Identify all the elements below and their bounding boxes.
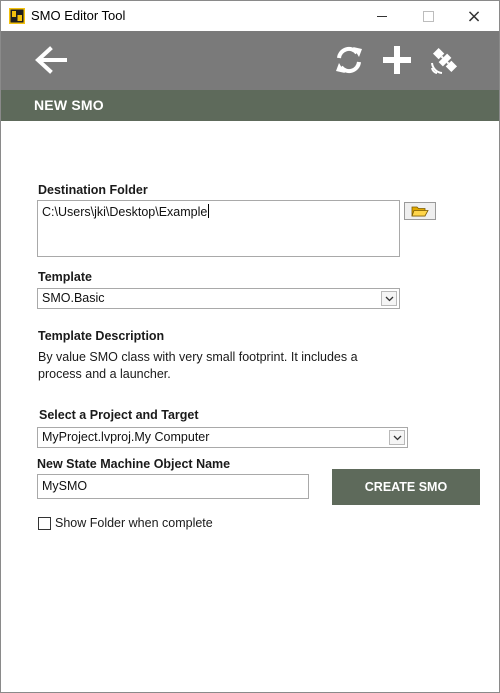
labview-icon: [9, 8, 25, 24]
template-value: SMO.Basic: [42, 291, 105, 305]
satellite-button[interactable]: [425, 40, 465, 80]
arrow-left-icon: [35, 46, 67, 74]
show-folder-label[interactable]: Show Folder when complete: [55, 516, 213, 530]
browse-folder-button[interactable]: [404, 202, 436, 220]
text-caret: [208, 204, 210, 218]
template-select[interactable]: SMO.Basic: [37, 288, 400, 309]
minimize-icon: [377, 15, 387, 17]
page-title: NEW SMO: [34, 97, 104, 113]
window-title: SMO Editor Tool: [31, 8, 126, 23]
project-target-value: MyProject.lvproj.My Computer: [42, 430, 210, 444]
show-folder-checkbox[interactable]: [38, 517, 51, 530]
project-target-label: Select a Project and Target: [39, 408, 199, 422]
close-button[interactable]: ×: [451, 1, 497, 31]
title-bar[interactable]: SMO Editor Tool ×: [1, 1, 499, 31]
project-target-select[interactable]: MyProject.lvproj.My Computer: [37, 427, 408, 448]
destination-folder-label: Destination Folder: [38, 183, 148, 197]
toolbar: [1, 31, 499, 90]
create-smo-button[interactable]: CREATE SMO: [332, 469, 480, 505]
page-header: NEW SMO: [1, 90, 499, 121]
template-label: Template: [38, 270, 92, 284]
add-button[interactable]: [377, 40, 417, 80]
smo-name-input[interactable]: MySMO: [37, 474, 309, 499]
smo-name-label: New State Machine Object Name: [37, 457, 231, 471]
back-button[interactable]: [31, 40, 71, 80]
template-description-line1: By value SMO class with very small footp…: [38, 350, 358, 364]
chevron-down-icon[interactable]: [389, 430, 405, 445]
destination-folder-value: C:\Users\jki\Desktop\Example: [42, 205, 208, 219]
folder-open-icon: [411, 206, 429, 217]
destination-folder-input[interactable]: C:\Users\jki\Desktop\Example: [37, 200, 400, 257]
refresh-icon: [336, 46, 362, 74]
refresh-button[interactable]: [329, 40, 369, 80]
maximize-button[interactable]: [405, 1, 451, 31]
maximize-icon: [422, 10, 434, 22]
template-description-line2: process and a launcher.: [38, 367, 171, 381]
chevron-down-icon[interactable]: [381, 291, 397, 306]
template-description-label: Template Description: [38, 329, 165, 343]
close-icon: ×: [466, 5, 482, 27]
satellite-icon: [431, 47, 458, 74]
plus-icon: [383, 46, 411, 74]
minimize-button[interactable]: [359, 1, 405, 31]
smo-name-value: MySMO: [42, 479, 88, 493]
smo-editor-window: SMO Editor Tool × NEW SMO Destination Fo…: [0, 0, 500, 693]
